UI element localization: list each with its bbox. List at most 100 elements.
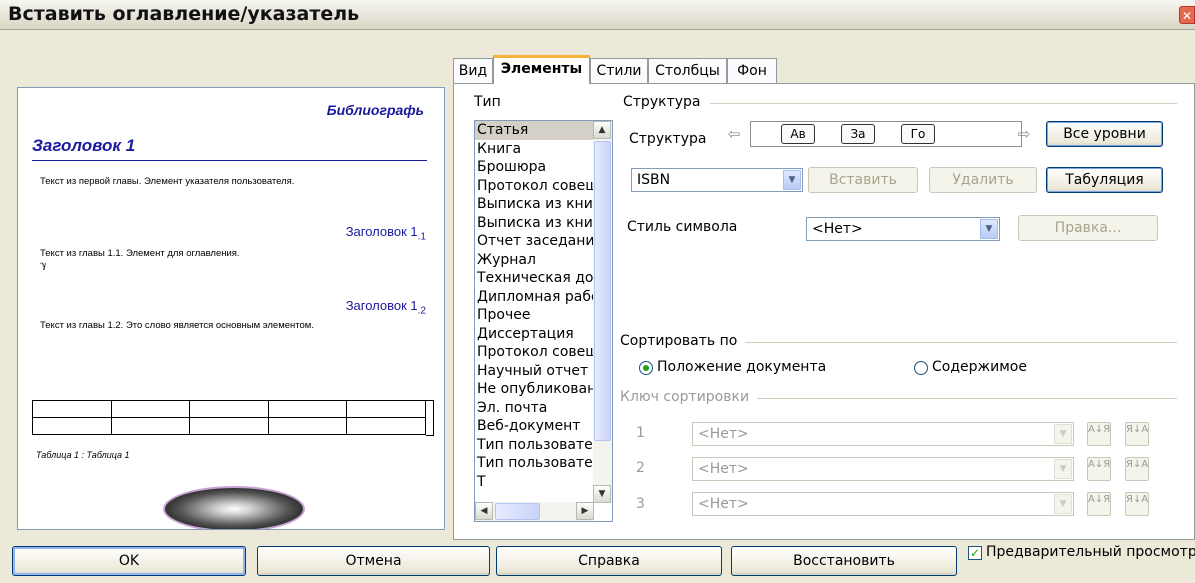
scroll-thumb[interactable] [594, 141, 611, 441]
tab-styles[interactable]: Стили [590, 58, 648, 83]
sort-ascending-icon[interactable]: А↓Я [1087, 422, 1111, 446]
structure-left-arrow-icon[interactable]: ⇦ [724, 121, 744, 147]
preview-heading-1-1: Заголовок 1.1 [345, 224, 426, 243]
list-item[interactable]: Тип пользовате [475, 436, 593, 455]
delete-button[interactable]: Удалить [929, 167, 1037, 193]
list-item[interactable]: Тип пользовате [475, 454, 593, 473]
preview-text-1: Текст из первой главы. Элемент указателя… [40, 176, 295, 187]
preview-caption: Таблица 1 : Таблица 1 [36, 450, 130, 460]
help-button[interactable]: Справка [496, 546, 722, 576]
scroll-up-icon[interactable]: ▲ [593, 121, 611, 139]
title-bar: Вставить оглавление/указатель ✕ [0, 0, 1195, 30]
preview-bibliography-title: Библиографь [326, 102, 424, 118]
list-item[interactable]: Веб-документ [475, 417, 593, 436]
sort-ascending-icon[interactable]: А↓Я [1087, 492, 1111, 516]
list-item[interactable]: Научный отчет [475, 362, 593, 381]
char-style-value: <Нет> [812, 221, 863, 237]
list-item[interactable]: Книга [475, 140, 593, 159]
sort-position-radio[interactable] [639, 361, 653, 375]
sort-keys-line [757, 398, 1177, 399]
field-select-value: ISBN [637, 172, 671, 188]
tab-columns[interactable]: Столбцы [648, 58, 727, 83]
structure-token-year[interactable]: Го [901, 124, 935, 144]
insert-button[interactable]: Вставить [808, 167, 918, 193]
scroll-down-icon[interactable]: ▼ [593, 485, 611, 503]
scroll-left-icon[interactable]: ◀ [475, 502, 493, 520]
structure-right-arrow-icon[interactable]: ⇨ [1014, 121, 1034, 147]
all-levels-button[interactable]: Все уровни [1046, 121, 1163, 147]
chevron-down-icon[interactable]: ▼ [783, 170, 801, 190]
sort-content-label[interactable]: Содержимое [932, 359, 1027, 375]
list-item[interactable]: Статья [475, 121, 593, 140]
list-item[interactable]: Не опубликован [475, 380, 593, 399]
tab-elements[interactable]: Элементы [493, 55, 590, 84]
hscroll-thumb[interactable] [495, 503, 540, 520]
structure-editor[interactable]: Ав За Го [750, 121, 1022, 147]
sort-key-1-number: 1 [636, 425, 645, 441]
sort-group-label: Сортировать по [620, 333, 738, 349]
preview-text-2-mark: ℽ [40, 260, 47, 271]
sort-descending-icon[interactable]: Я↓А [1125, 422, 1149, 446]
preview-checkbox-label[interactable]: Предварительный просмотр [986, 544, 1195, 560]
structure-group-line [710, 103, 1177, 104]
list-item[interactable]: Дипломная рабо [475, 288, 593, 307]
structure-group-label: Структура [623, 94, 701, 110]
field-select[interactable]: ISBN ▼ [631, 168, 803, 192]
restore-button[interactable]: Восстановить [731, 546, 957, 576]
preview-checkbox[interactable]: ✓ [968, 546, 982, 560]
edit-button[interactable]: Правка... [1018, 215, 1158, 241]
window-title: Вставить оглавление/указатель [8, 3, 360, 25]
list-item[interactable]: Выписка из кни [475, 214, 593, 233]
ok-button[interactable]: OK [12, 546, 246, 576]
sort-key-2-select[interactable]: <Нет> ▼ [692, 457, 1074, 481]
sort-ascending-icon[interactable]: А↓Я [1087, 457, 1111, 481]
type-list-vscrollbar[interactable]: ▲ ▼ [593, 121, 612, 503]
list-item[interactable]: Протокол совещ [475, 177, 593, 196]
type-list-items: Статья Книга Брошюра Протокол совещ Выписка … [475, 121, 612, 491]
tab-view[interactable]: Вид [453, 58, 493, 83]
sort-group-line [745, 342, 1177, 343]
type-list-hscrollbar[interactable]: ◀ ▶ [475, 502, 594, 521]
structure-label: Структура [629, 131, 707, 147]
char-style-label: Стиль символа [627, 219, 738, 235]
list-item[interactable]: Протокол совещ [475, 343, 593, 362]
sort-descending-icon[interactable]: Я↓А [1125, 457, 1149, 481]
sort-key-1-select[interactable]: <Нет> ▼ [692, 422, 1074, 446]
type-list[interactable]: Статья Книга Брошюра Протокол совещ Выписка … [474, 120, 613, 522]
close-icon[interactable]: ✕ [1179, 6, 1195, 24]
tab-background[interactable]: Фон [727, 58, 777, 83]
list-item[interactable]: Брошюра [475, 158, 593, 177]
list-item[interactable]: Эл. почта [475, 399, 593, 418]
sort-key-2-value: <Нет> [698, 461, 749, 477]
sort-keys-label: Ключ сортировки [620, 389, 750, 405]
list-item[interactable]: Техническая до [475, 269, 593, 288]
list-item[interactable]: Прочее [475, 306, 593, 325]
type-label: Тип [474, 94, 501, 110]
preview-text-3: Текст из главы 1.2. Это слово является о… [40, 320, 314, 331]
sort-key-3-number: 3 [636, 496, 645, 512]
sort-descending-icon[interactable]: Я↓А [1125, 492, 1149, 516]
list-item[interactable]: Диссертация [475, 325, 593, 344]
preview-ellipse-image [165, 488, 303, 529]
chevron-down-icon[interactable]: ▼ [1054, 494, 1072, 514]
sort-key-2-number: 2 [636, 460, 645, 476]
tabulation-button[interactable]: Табуляция [1046, 167, 1163, 193]
list-item[interactable]: Журнал [475, 251, 593, 270]
scroll-right-icon[interactable]: ▶ [576, 502, 594, 520]
structure-token-title[interactable]: За [841, 124, 875, 144]
structure-token-author[interactable]: Ав [781, 124, 815, 144]
sort-key-3-value: <Нет> [698, 496, 749, 512]
list-item[interactable]: Отчет заседани [475, 232, 593, 251]
sort-key-3-select[interactable]: <Нет> ▼ [692, 492, 1074, 516]
sort-position-label[interactable]: Положение документа [657, 359, 826, 375]
list-item[interactable]: Т [475, 473, 593, 492]
cancel-button[interactable]: Отмена [257, 546, 490, 576]
char-style-select[interactable]: <Нет> ▼ [806, 217, 1000, 241]
chevron-down-icon[interactable]: ▼ [980, 219, 998, 239]
sort-content-radio[interactable] [914, 361, 928, 375]
preview-table [32, 400, 426, 435]
preview-heading-1: Заголовок 1 [32, 136, 136, 155]
chevron-down-icon[interactable]: ▼ [1054, 459, 1072, 479]
chevron-down-icon[interactable]: ▼ [1054, 424, 1072, 444]
list-item[interactable]: Выписка из кни [475, 195, 593, 214]
